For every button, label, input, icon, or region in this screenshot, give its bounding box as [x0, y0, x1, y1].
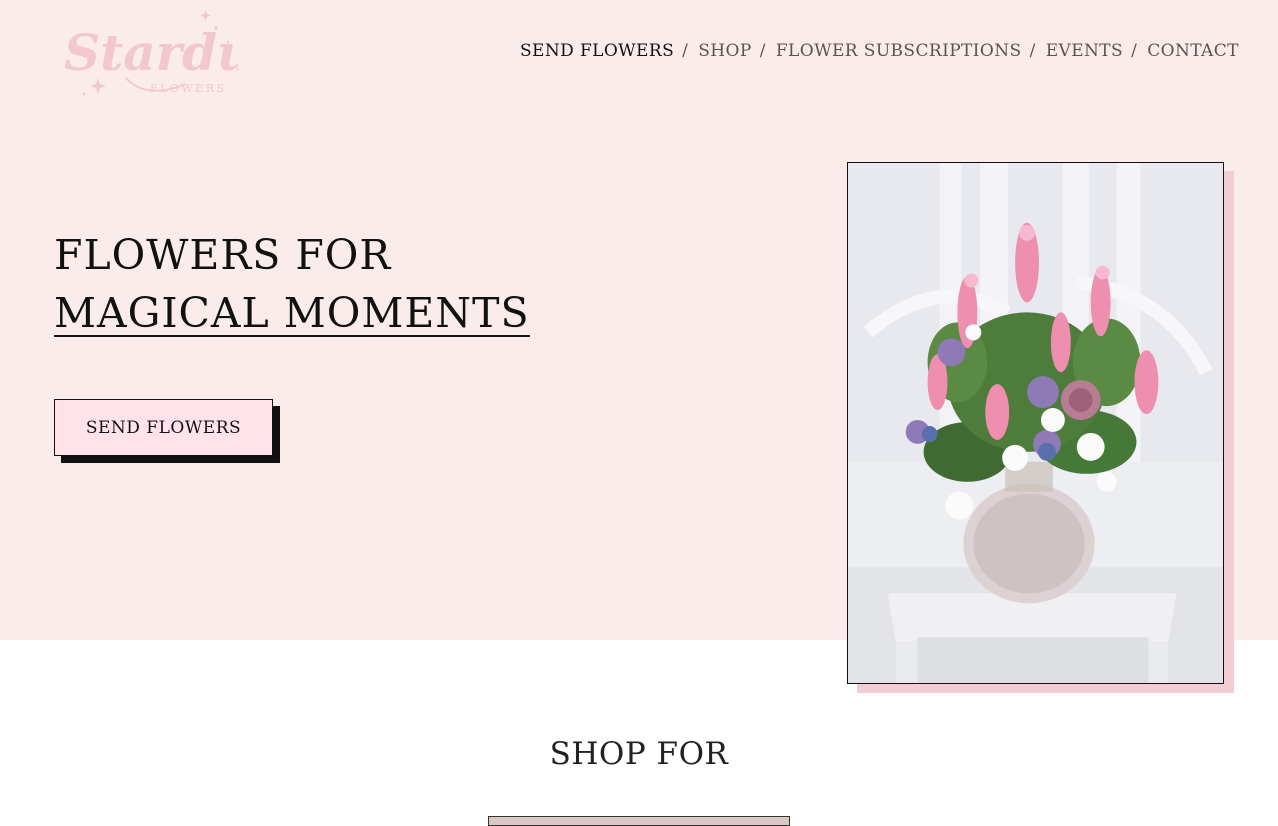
nav-separator: / — [1029, 41, 1036, 61]
bouquet-illustration — [848, 163, 1223, 683]
stardust-flowers-logo[interactable]: Stardust FLOWERS — [56, 8, 305, 102]
hero-title-line2: MAGICAL MOMENTS — [54, 289, 530, 337]
nav-item-events[interactable]: EVENTS — [1046, 41, 1123, 61]
flower-bouquet-photo — [847, 162, 1224, 684]
nav-item-flower-subscriptions[interactable]: FLOWER SUBSCRIPTIONS — [776, 41, 1022, 61]
main-nav: SEND FLOWERS / SHOP / FLOWER SUBSCRIPTIO… — [520, 41, 1239, 61]
nav-separator: / — [759, 41, 766, 61]
svg-text:Stardust: Stardust — [64, 23, 238, 82]
hero-title: FLOWERS FOR MAGICAL MOMENTS — [54, 226, 530, 342]
nav-separator: / — [682, 41, 689, 61]
cta-container: SEND FLOWERS — [54, 399, 280, 463]
shop-for-heading: SHOP FOR — [549, 736, 729, 772]
nav-item-send-flowers[interactable]: SEND FLOWERS — [520, 41, 674, 61]
shop-card-preview[interactable] — [488, 816, 790, 826]
nav-item-shop[interactable]: SHOP — [698, 41, 751, 61]
nav-separator: / — [1131, 41, 1138, 61]
nav-item-contact[interactable]: CONTACT — [1147, 41, 1239, 61]
logo-icon: Stardust FLOWERS — [64, 10, 305, 96]
send-flowers-button[interactable]: SEND FLOWERS — [54, 399, 273, 456]
svg-text:FLOWERS: FLOWERS — [150, 82, 227, 95]
hero-title-line1: FLOWERS FOR — [54, 231, 392, 279]
